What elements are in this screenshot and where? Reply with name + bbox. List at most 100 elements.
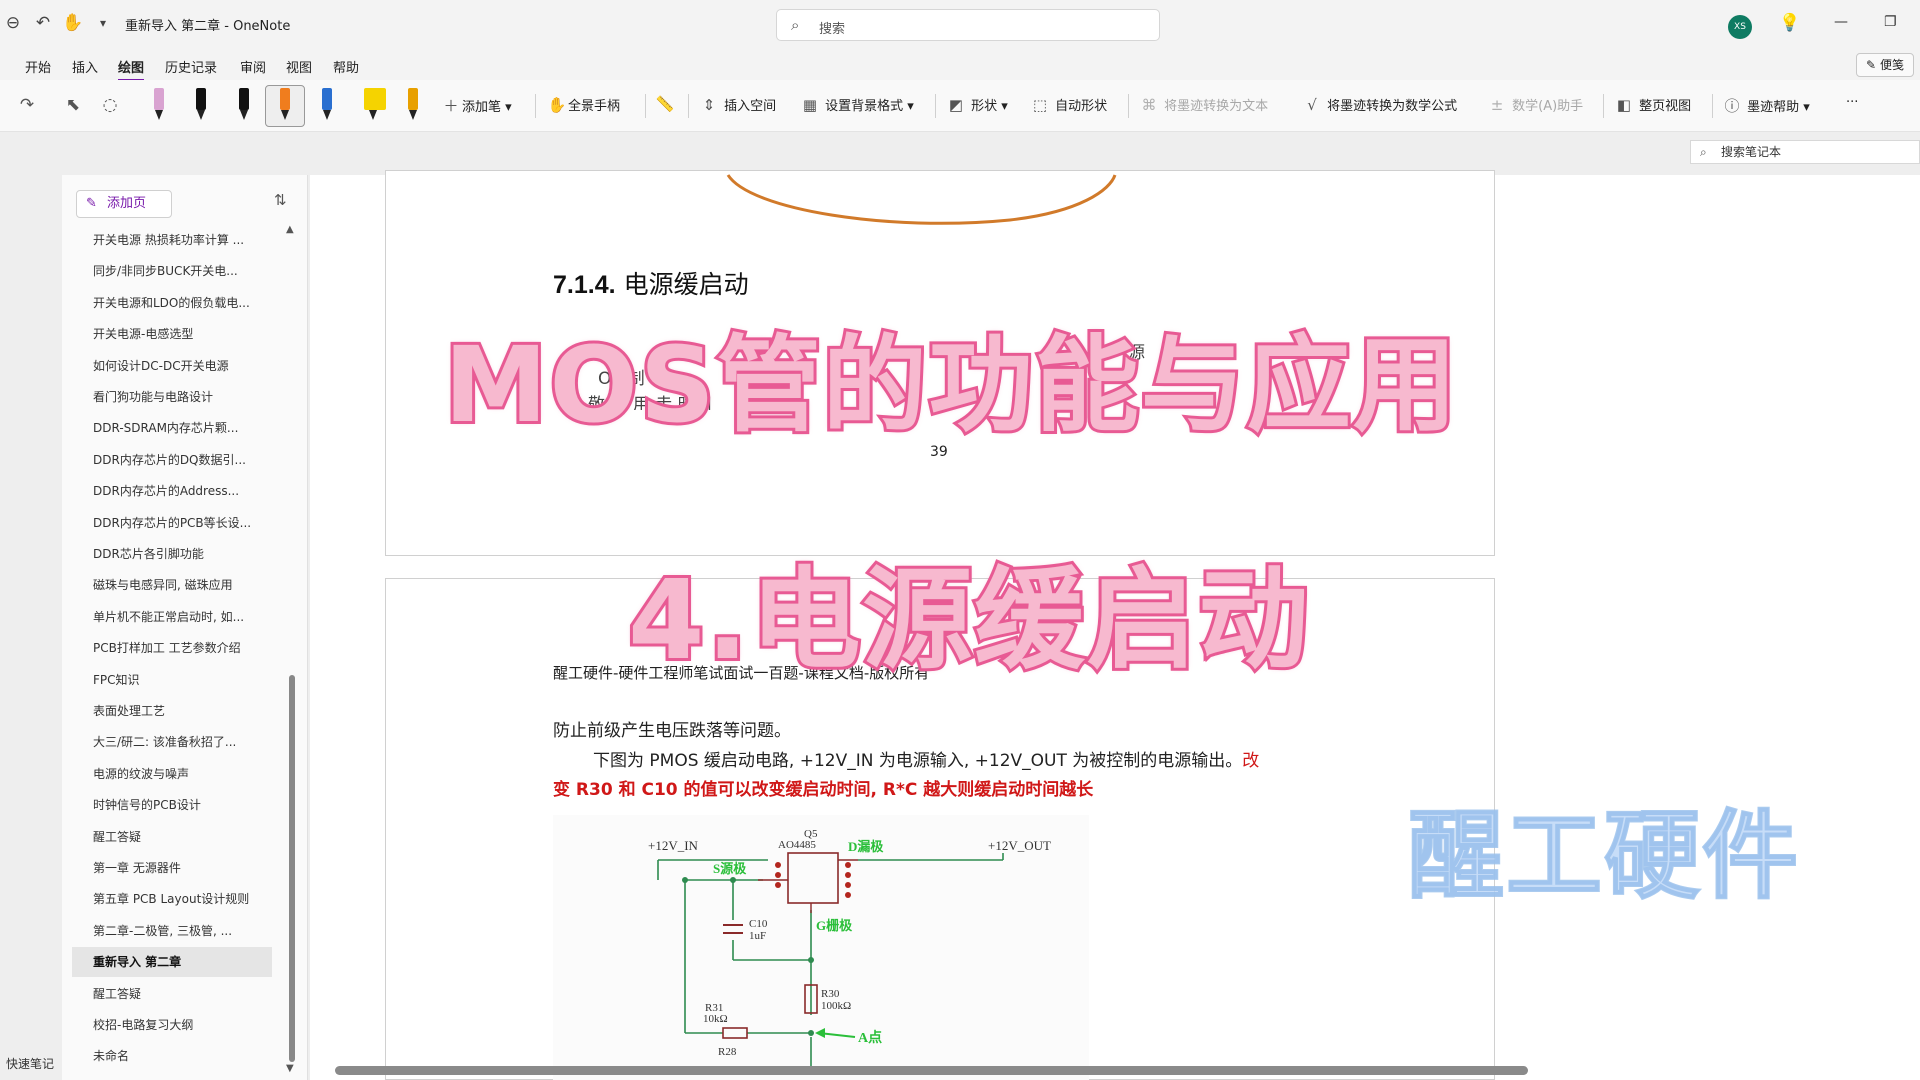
restore-button[interactable]: ❐ <box>1884 14 1897 30</box>
page-list-item[interactable]: 醒工答疑 <box>72 979 272 1009</box>
auto-shapes-icon: ⬚ <box>1032 96 1048 114</box>
page-list-item[interactable]: 看门狗功能与电路设计 <box>72 382 272 412</box>
page-list-item[interactable]: 磁珠与电感异同, 磁珠应用 <box>72 570 272 600</box>
pen-1-tip <box>155 110 163 120</box>
page-list-item[interactable]: DDR内存芯片的DQ数据引... <box>72 445 272 475</box>
pen-2-tip <box>197 110 205 120</box>
ink-help-button[interactable]: ⓘ 墨迹帮助 ▾ <box>1721 95 1809 117</box>
ruler-icon: 📏 <box>655 95 675 113</box>
quick-access-dropdown-icon[interactable]: ▾ <box>92 12 114 34</box>
ink-to-text-button[interactable]: ⌘ 将墨迹转换为文本 <box>1138 95 1269 117</box>
ribbon-separator <box>1603 94 1604 118</box>
touch-mode-icon[interactable]: ✋ <box>62 12 84 34</box>
page-list-item[interactable]: 如何设计DC-DC开关电源 <box>72 351 272 381</box>
pen-2-body <box>196 88 206 110</box>
paragraph-1: 防止前级产生电压跌落等问题。 <box>553 721 791 741</box>
sticky-notes-button[interactable]: ✎ 便笺 <box>1856 53 1914 77</box>
menu-view[interactable]: 视图 <box>286 57 312 76</box>
title-bar: ⊖ ↶ ✋ ▾ 重新导入 第二章 - OneNote ⌕ 搜索 XS 💡 — ❐ <box>0 0 1920 50</box>
page-list-item[interactable]: DDR-SDRAM内存芯片颗... <box>72 413 272 443</box>
highlighter-7[interactable] <box>406 88 420 122</box>
page-list-item[interactable]: 第五章 PCB Layout设计规则 <box>72 884 272 914</box>
avatar[interactable]: XS <box>1728 15 1752 39</box>
page-list-item[interactable]: 重新导入 第二章 <box>72 947 272 978</box>
page-list-item[interactable]: DDR芯片各引脚功能 <box>72 539 272 569</box>
page-list-item[interactable]: PCB打样加工 工艺参数介绍 <box>72 633 272 663</box>
back-icon[interactable]: ⊖ <box>2 12 24 34</box>
ink-to-math-label: 将墨迹转换为数学公式 <box>1327 99 1458 114</box>
search-notebook-input[interactable]: ⌕ 搜索笔记本 <box>1690 140 1920 164</box>
page-list-item[interactable]: DDR内存芯片的Address... <box>72 476 272 506</box>
menu-insert[interactable]: 插入 <box>72 57 98 76</box>
ink-to-math-button[interactable]: √ 将墨迹转换为数学公式 <box>1301 95 1457 117</box>
ink-to-math-icon: √ <box>1307 96 1317 114</box>
search-notebook-placeholder: 搜索笔记本 <box>1721 145 1782 159</box>
page-list-item[interactable]: 开关电源和LDO的假负载电... <box>72 288 272 318</box>
search-input[interactable]: ⌕ 搜索 <box>776 9 1160 41</box>
ink-to-text-label: 将墨迹转换为文本 <box>1164 99 1269 114</box>
auto-shapes-button[interactable]: ⬚ 自动形状 <box>1029 95 1107 117</box>
page-list-item[interactable]: 大三/研二: 该准备秋招了... <box>72 727 272 757</box>
scroll-down-arrow-icon[interactable]: ▼ <box>286 1063 294 1074</box>
help-circle-icon: ⓘ <box>1724 97 1740 115</box>
pen-3[interactable] <box>237 88 251 122</box>
sort-icon[interactable]: ⇅ <box>274 191 287 209</box>
pen-4-selected[interactable] <box>278 88 292 122</box>
pen-1[interactable] <box>152 88 166 122</box>
page-list-item[interactable]: 表面处理工艺 <box>72 696 272 726</box>
menu-history[interactable]: 历史记录 <box>165 57 217 76</box>
pen-5-tip <box>323 110 331 120</box>
undo-icon[interactable]: ↶ <box>32 12 54 34</box>
page-list-item[interactable]: 第一章 无源器件 <box>72 853 272 883</box>
c-ref-label: C10 <box>749 918 768 930</box>
q-part-label: AO4485 <box>778 839 816 851</box>
page-list-item[interactable]: DDR内存芯片的PCB等长设... <box>72 508 272 538</box>
pen-5[interactable] <box>320 88 334 122</box>
page-view-button[interactable]: ◧ 整页视图 <box>1613 95 1691 117</box>
page-list-item[interactable]: 校招-电路复习大纲 <box>72 1010 272 1040</box>
page-list-scrollbar[interactable] <box>289 675 295 1062</box>
add-pen-button[interactable]: ＋添加笔 ▾ <box>440 95 511 117</box>
r31-value-label: 10kΩ <box>703 1013 728 1025</box>
full-hand-button[interactable]: ✋ 全景手柄 <box>546 95 620 117</box>
menu-draw[interactable]: 绘图 <box>118 57 145 81</box>
lasso-select-icon[interactable]: ◌ <box>99 94 121 116</box>
math-assistant-button[interactable]: ± 数学(A)助手 <box>1486 95 1583 117</box>
menu-home[interactable]: 开始 <box>25 57 51 76</box>
page-list-item[interactable]: 第二章-二极管, 三极管, ... <box>72 916 272 946</box>
page-list-item[interactable]: 同步/非同步BUCK开关电... <box>72 256 272 286</box>
highlighter-6[interactable] <box>362 88 388 122</box>
ruler-button[interactable]: 📏 <box>654 95 676 117</box>
ink-annotation-curve[interactable] <box>710 170 1130 240</box>
search-placeholder: 搜索 <box>819 22 846 37</box>
page-list-item[interactable]: 醒工答疑 <box>72 822 272 852</box>
sticky-notes-label: 便笺 <box>1879 58 1904 72</box>
pen-2[interactable] <box>194 88 208 122</box>
menu-bar: 开始 插入 绘图 历史记录 审阅 视图 帮助 ✎ 便笺 <box>0 50 1920 81</box>
page-list-item[interactable]: 电源的纹波与噪声 <box>72 759 272 789</box>
page-list-item[interactable]: 开关电源-电感选型 <box>72 319 272 349</box>
horizontal-scrollbar[interactable] <box>335 1066 1528 1075</box>
more-options-button[interactable]: ··· <box>1846 95 1858 117</box>
page-list-item[interactable]: 单片机不能正常启动时, 如... <box>72 602 272 632</box>
draw-ribbon: ↷ ⬉ ◌ ＋添加笔 ▾ ✋ 全景手柄 📏 ⇕ 插入空间 ▦ 设置背景格式 ▾ ◩… <box>0 80 1920 132</box>
insert-space-button[interactable]: ⇕ 插入空间 <box>698 95 776 117</box>
select-cursor-icon[interactable]: ⬉ <box>62 94 84 116</box>
menu-help[interactable]: 帮助 <box>333 57 359 76</box>
redo-icon[interactable]: ↷ <box>16 94 38 116</box>
shapes-button[interactable]: ◩ 形状 ▾ <box>945 95 1008 117</box>
quick-notes-section[interactable]: 快速笔记 <box>6 1055 54 1072</box>
lightbulb-icon[interactable]: 💡 <box>1779 12 1801 34</box>
c-value-label: 1uF <box>749 930 766 942</box>
page-list-item[interactable]: 开关电源 热损耗功率计算 ... <box>72 225 272 255</box>
scroll-up-arrow-icon[interactable]: ▲ <box>286 224 294 235</box>
minimize-button[interactable]: — <box>1834 14 1848 30</box>
highlighter-7-tip <box>409 110 417 120</box>
add-page-button[interactable]: ✎ 添加页 <box>76 190 172 218</box>
page-list-item[interactable]: 时钟信号的PCB设计 <box>72 790 272 820</box>
paragraph-2-red: 改 <box>1242 751 1260 771</box>
page-list-item[interactable]: FPC知识 <box>72 665 272 695</box>
background-format-button[interactable]: ▦ 设置背景格式 ▾ <box>799 95 914 117</box>
page-list-item[interactable]: 未命名 <box>72 1041 272 1071</box>
menu-review[interactable]: 审阅 <box>240 57 266 76</box>
